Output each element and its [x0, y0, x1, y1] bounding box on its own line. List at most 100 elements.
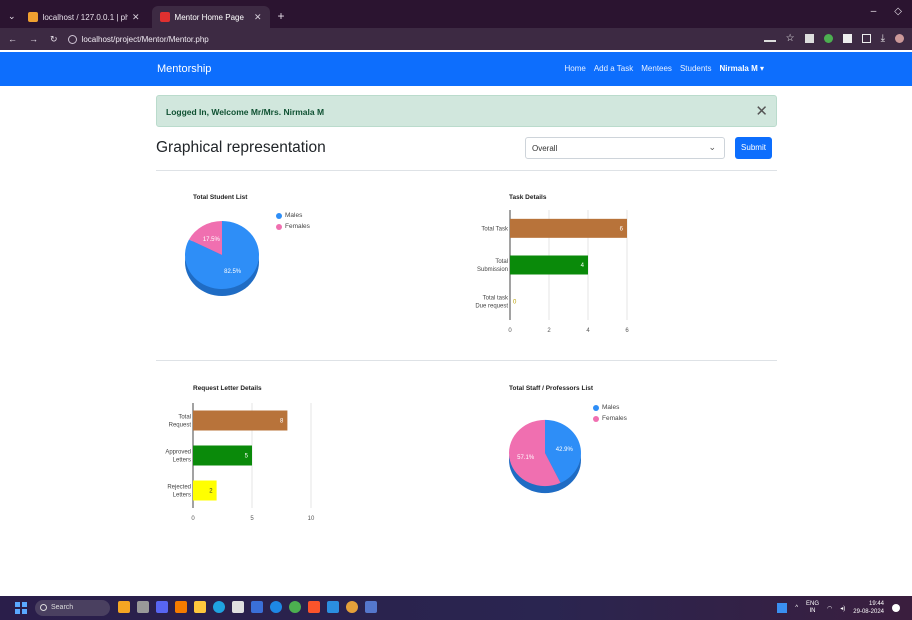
- user-menu[interactable]: Nirmala M ▾: [720, 64, 764, 73]
- site-info-icon[interactable]: [67, 34, 77, 44]
- category-label: Approved: [165, 450, 191, 456]
- welcome-alert: Logged In, Welcome Mr/Mrs. Nirmala M ✕: [156, 95, 777, 127]
- task-bar-chart: 0 2 4 66Total Task4TotalSubmission0Total ta…: [475, 210, 629, 334]
- taskbar-apps: [118, 601, 377, 613]
- search-icon: [40, 604, 47, 611]
- tab-search-icon[interactable]: ⌄: [8, 11, 16, 22]
- divider: [156, 360, 777, 361]
- bar[interactable]: [510, 218, 627, 238]
- category-label: Letters: [173, 493, 191, 499]
- bar[interactable]: [193, 445, 252, 466]
- bar[interactable]: [510, 255, 588, 275]
- restore-icon[interactable]: ◇: [894, 6, 902, 17]
- star-icon[interactable]: ☆: [786, 33, 795, 44]
- app-icon[interactable]: [365, 601, 377, 613]
- app-icon[interactable]: [777, 603, 788, 613]
- bar-data-label: 0: [513, 300, 517, 306]
- chart-title: Total Student List: [193, 194, 248, 201]
- pie-data-label: 42.9%: [556, 447, 574, 453]
- pie-data-label: 17.5%: [203, 237, 221, 243]
- tick-label: 0: [508, 328, 512, 334]
- close-icon[interactable]: ✕: [755, 102, 768, 120]
- category-label: Rejected: [167, 485, 191, 491]
- app-icon[interactable]: [137, 601, 149, 613]
- close-tab-icon[interactable]: ✕: [254, 12, 262, 23]
- address-bar: ← → ↻ localhost/project/Mentor/Mentor.ph…: [0, 28, 912, 50]
- app-icon[interactable]: [346, 601, 358, 613]
- windows-taskbar: Search ^ ENG IN ◠ ◂) 19:44 29-08-2024: [0, 596, 912, 620]
- nav-add-task[interactable]: Add a Task: [594, 64, 633, 73]
- app-icon[interactable]: [156, 601, 168, 613]
- legend-label: Males: [285, 212, 303, 219]
- volume-icon[interactable]: ◂): [840, 605, 845, 612]
- app-icon[interactable]: [175, 601, 187, 613]
- mentor-page-icon: [159, 12, 170, 22]
- pie-data-label: 57.1%: [517, 455, 535, 461]
- select-value: Overall: [532, 144, 558, 153]
- app-icon[interactable]: [232, 601, 244, 613]
- phpmyadmin-icon: [27, 12, 38, 22]
- language-indicator[interactable]: ENG IN: [806, 601, 819, 615]
- bar[interactable]: [193, 480, 217, 501]
- request-bar-chart: 0 5 108TotalRequest5ApprovedLetters2Reject…: [165, 403, 315, 522]
- tab-mentor-home[interactable]: Mentor Home Page ✕: [151, 6, 270, 28]
- extension-icon[interactable]: [842, 34, 852, 43]
- tab-phpmyadmin[interactable]: localhost / 127.0.0.1 | phpMyA ✕: [20, 6, 148, 28]
- legend-swatch: [593, 415, 599, 422]
- brand[interactable]: Mentorship: [157, 63, 211, 75]
- back-icon[interactable]: ←: [8, 34, 17, 45]
- divider: [156, 170, 777, 171]
- brave-icon[interactable]: [308, 601, 320, 613]
- submit-button[interactable]: Submit: [735, 137, 772, 159]
- new-tab-button[interactable]: +: [278, 9, 285, 23]
- telegram-icon[interactable]: [270, 601, 282, 613]
- app-icon[interactable]: [118, 601, 130, 613]
- clock[interactable]: 19:44 29-08-2024: [853, 600, 884, 616]
- extension-icon[interactable]: [823, 34, 833, 43]
- windows-start-icon[interactable]: [15, 602, 27, 614]
- nav-students[interactable]: Students: [680, 64, 712, 73]
- puzzle-icon[interactable]: [861, 34, 871, 43]
- category-label: Letters: [173, 458, 191, 464]
- key-icon[interactable]: [763, 36, 776, 42]
- download-icon[interactable]: ⤓: [881, 33, 885, 44]
- category-label: Total Task: [481, 226, 509, 232]
- category-label: Request: [169, 423, 192, 429]
- pie-slices: 42.9% 57.1%: [509, 419, 581, 494]
- nav-links: Home Add a Task Mentees Students Nirmala…: [564, 64, 764, 73]
- chrome-icon[interactable]: [289, 601, 301, 613]
- category-label: Total task: [483, 296, 509, 302]
- wifi-icon[interactable]: ◠: [827, 605, 832, 612]
- category-label: Total: [495, 259, 508, 265]
- forward-icon[interactable]: →: [29, 34, 38, 45]
- notification-icon[interactable]: [892, 604, 900, 612]
- vscode-icon[interactable]: [327, 601, 339, 613]
- folder-icon[interactable]: [194, 601, 206, 613]
- bar[interactable]: [193, 410, 288, 431]
- nav-home[interactable]: Home: [564, 64, 585, 73]
- app-icon[interactable]: [251, 601, 263, 613]
- tick-label: 4: [586, 328, 590, 334]
- close-tab-icon[interactable]: ✕: [132, 12, 140, 23]
- chevron-down-icon: ⌄: [708, 142, 716, 152]
- filter-select[interactable]: Overall ⌄: [525, 137, 725, 159]
- pie-slices: 82.5% 17.5%: [185, 220, 259, 297]
- reload-icon[interactable]: ↻: [50, 34, 58, 45]
- profile-icon[interactable]: [895, 34, 904, 43]
- tick-label: 2: [547, 328, 551, 334]
- minimize-icon[interactable]: –: [871, 6, 877, 17]
- tab-title: Mentor Home Page: [174, 12, 244, 22]
- site-navbar: Mentorship Home Add a Task Mentees Stude…: [0, 52, 912, 86]
- url-field[interactable]: localhost/project/Mentor/Mentor.php: [67, 34, 209, 44]
- chevron-up-icon[interactable]: ^: [795, 605, 798, 611]
- edge-icon[interactable]: [213, 601, 225, 613]
- taskbar-search[interactable]: Search: [35, 600, 110, 616]
- student-pie-chart: 82.5% 17.5%: [185, 220, 259, 297]
- category-label: Due request: [475, 304, 508, 310]
- extension-icon[interactable]: [804, 34, 814, 43]
- browser-tabbar: ⌄ localhost / 127.0.0.1 | phpMyA ✕ Mento…: [0, 0, 912, 28]
- nav-mentees[interactable]: Mentees: [641, 64, 672, 73]
- tick-label: 6: [625, 328, 629, 334]
- chart-title: Task Details: [509, 194, 547, 201]
- legend-label: Females: [285, 223, 310, 230]
